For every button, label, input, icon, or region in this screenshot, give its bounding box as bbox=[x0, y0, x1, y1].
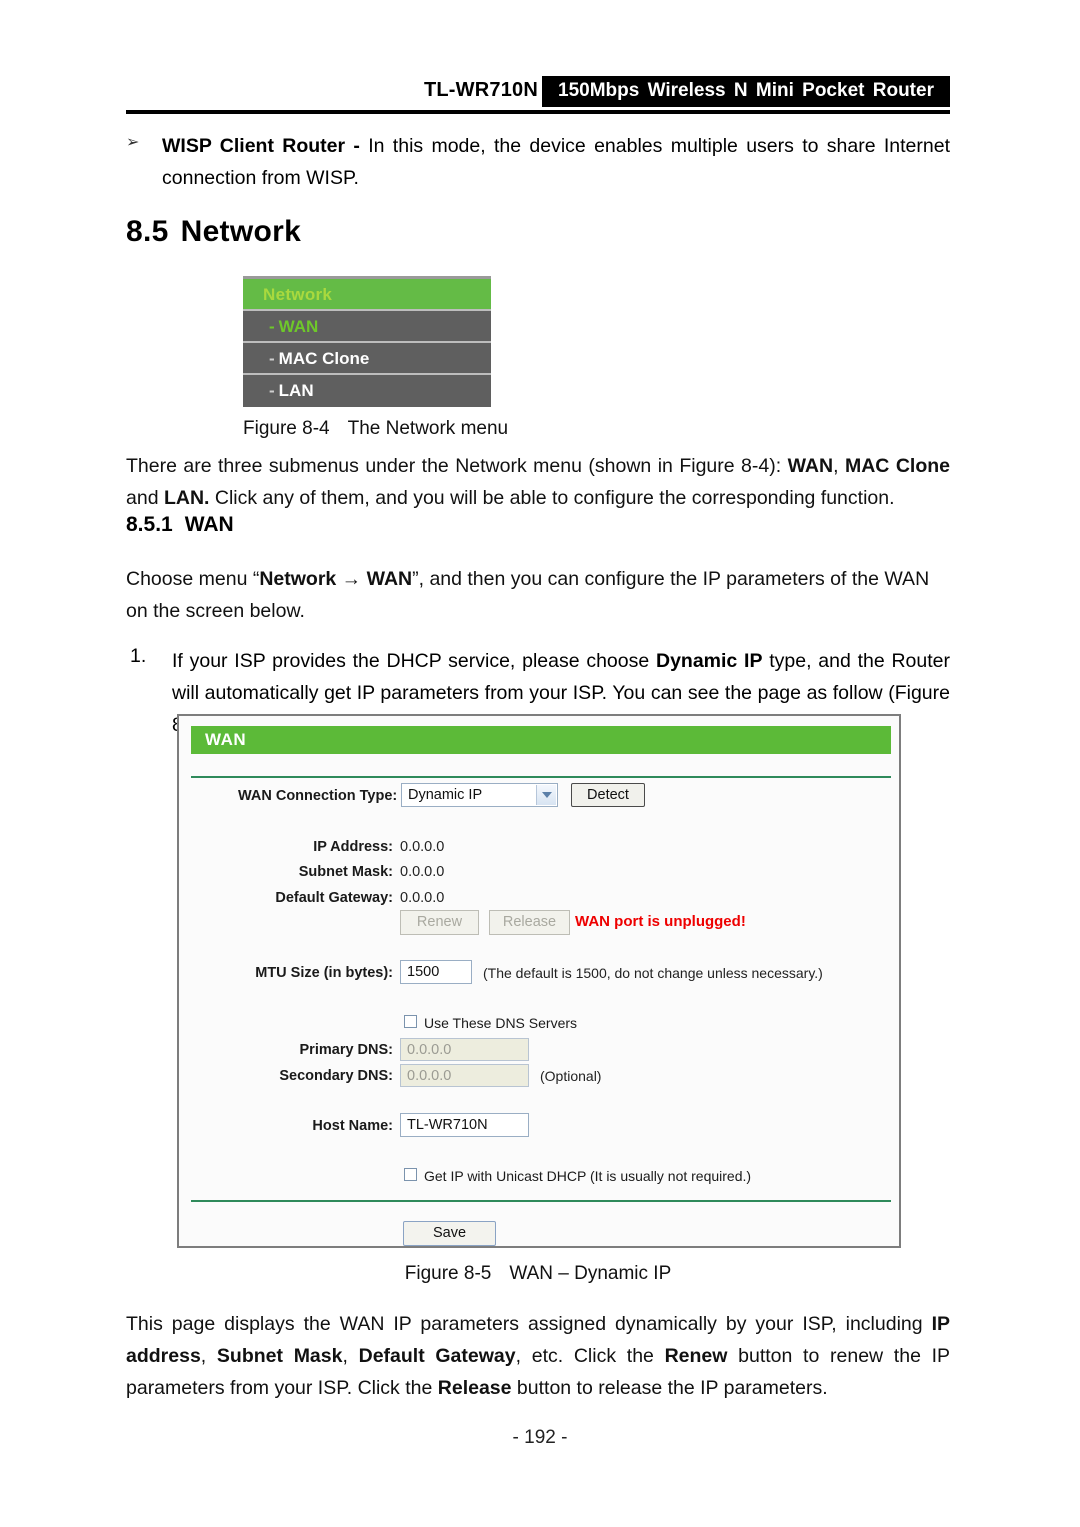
ip-address-label: IP Address: bbox=[313, 839, 393, 855]
unicast-dhcp-checkbox[interactable] bbox=[404, 1168, 417, 1181]
closing-text-c3: , etc. Click the bbox=[515, 1345, 665, 1367]
wan-connection-type-label: WAN Connection Type: bbox=[238, 788, 398, 804]
chevron-down-icon[interactable] bbox=[536, 785, 556, 805]
closing-sep-2: , bbox=[342, 1345, 359, 1367]
figure-8-5-title: WAN – Dynamic IP bbox=[509, 1263, 672, 1284]
wan-form: WAN Connection Type: Dynamic IP Detect I… bbox=[0, 0, 1080, 1527]
ip-address-value: 0.0.0.0 bbox=[400, 839, 445, 855]
detect-button[interactable]: Detect bbox=[571, 783, 645, 807]
host-name-label: Host Name: bbox=[312, 1118, 393, 1134]
mtu-size-label: MTU Size (in bytes): bbox=[255, 965, 393, 981]
primary-dns-input[interactable]: 0.0.0.0 bbox=[400, 1038, 529, 1061]
primary-dns-label: Primary DNS: bbox=[299, 1042, 393, 1058]
subnet-mask-value: 0.0.0.0 bbox=[400, 864, 445, 880]
default-gateway-value: 0.0.0.0 bbox=[400, 890, 445, 906]
save-button[interactable]: Save bbox=[403, 1221, 496, 1246]
secondary-dns-input[interactable]: 0.0.0.0 bbox=[400, 1064, 529, 1087]
closing-sep-1: , bbox=[200, 1345, 217, 1367]
renew-button[interactable]: Renew bbox=[400, 910, 479, 935]
wan-connection-type-select[interactable]: Dynamic IP bbox=[401, 783, 558, 807]
unicast-dhcp-label: Get IP with Unicast DHCP (It is usually … bbox=[424, 1168, 752, 1184]
release-button[interactable]: Release bbox=[489, 910, 570, 935]
closing-bold-renew: Renew bbox=[664, 1345, 728, 1367]
closing-bold-subnet-mask: Subnet Mask bbox=[216, 1345, 343, 1367]
mtu-size-note: (The default is 1500, do not change unle… bbox=[483, 965, 823, 981]
wan-port-warning: WAN port is unplugged! bbox=[575, 913, 746, 930]
page-footer: - 192 - bbox=[0, 1427, 1080, 1449]
page-number: - 192 - bbox=[512, 1427, 568, 1448]
closing-text-a: This page displays the WAN IP parameters… bbox=[126, 1313, 932, 1335]
default-gateway-label: Default Gateway: bbox=[275, 890, 393, 906]
use-these-dns-servers-checkbox[interactable] bbox=[404, 1015, 417, 1028]
figure-8-5-number: Figure 8-5 bbox=[404, 1263, 492, 1284]
secondary-dns-label: Secondary DNS: bbox=[279, 1068, 393, 1084]
closing-bold-default-gateway: Default Gateway bbox=[358, 1345, 516, 1367]
paragraph-closing: This page displays the WAN IP parameters… bbox=[126, 1308, 950, 1404]
host-name-input[interactable]: TL-WR710N bbox=[400, 1113, 529, 1137]
secondary-dns-optional-note: (Optional) bbox=[540, 1068, 602, 1084]
subnet-mask-label: Subnet Mask: bbox=[298, 864, 393, 880]
document-page: TL-WR710N 150Mbps Wireless N Mini Pocket… bbox=[0, 0, 1080, 1527]
closing-text-c5: button to release the IP parameters. bbox=[511, 1377, 828, 1399]
wan-connection-type-value: Dynamic IP bbox=[408, 787, 483, 803]
use-these-dns-servers-label: Use These DNS Servers bbox=[424, 1015, 578, 1031]
figure-8-5-caption: Figure 8-5 WAN – Dynamic IP bbox=[126, 1263, 950, 1285]
mtu-size-input[interactable]: 1500 bbox=[400, 960, 472, 984]
closing-bold-release: Release bbox=[437, 1377, 512, 1399]
